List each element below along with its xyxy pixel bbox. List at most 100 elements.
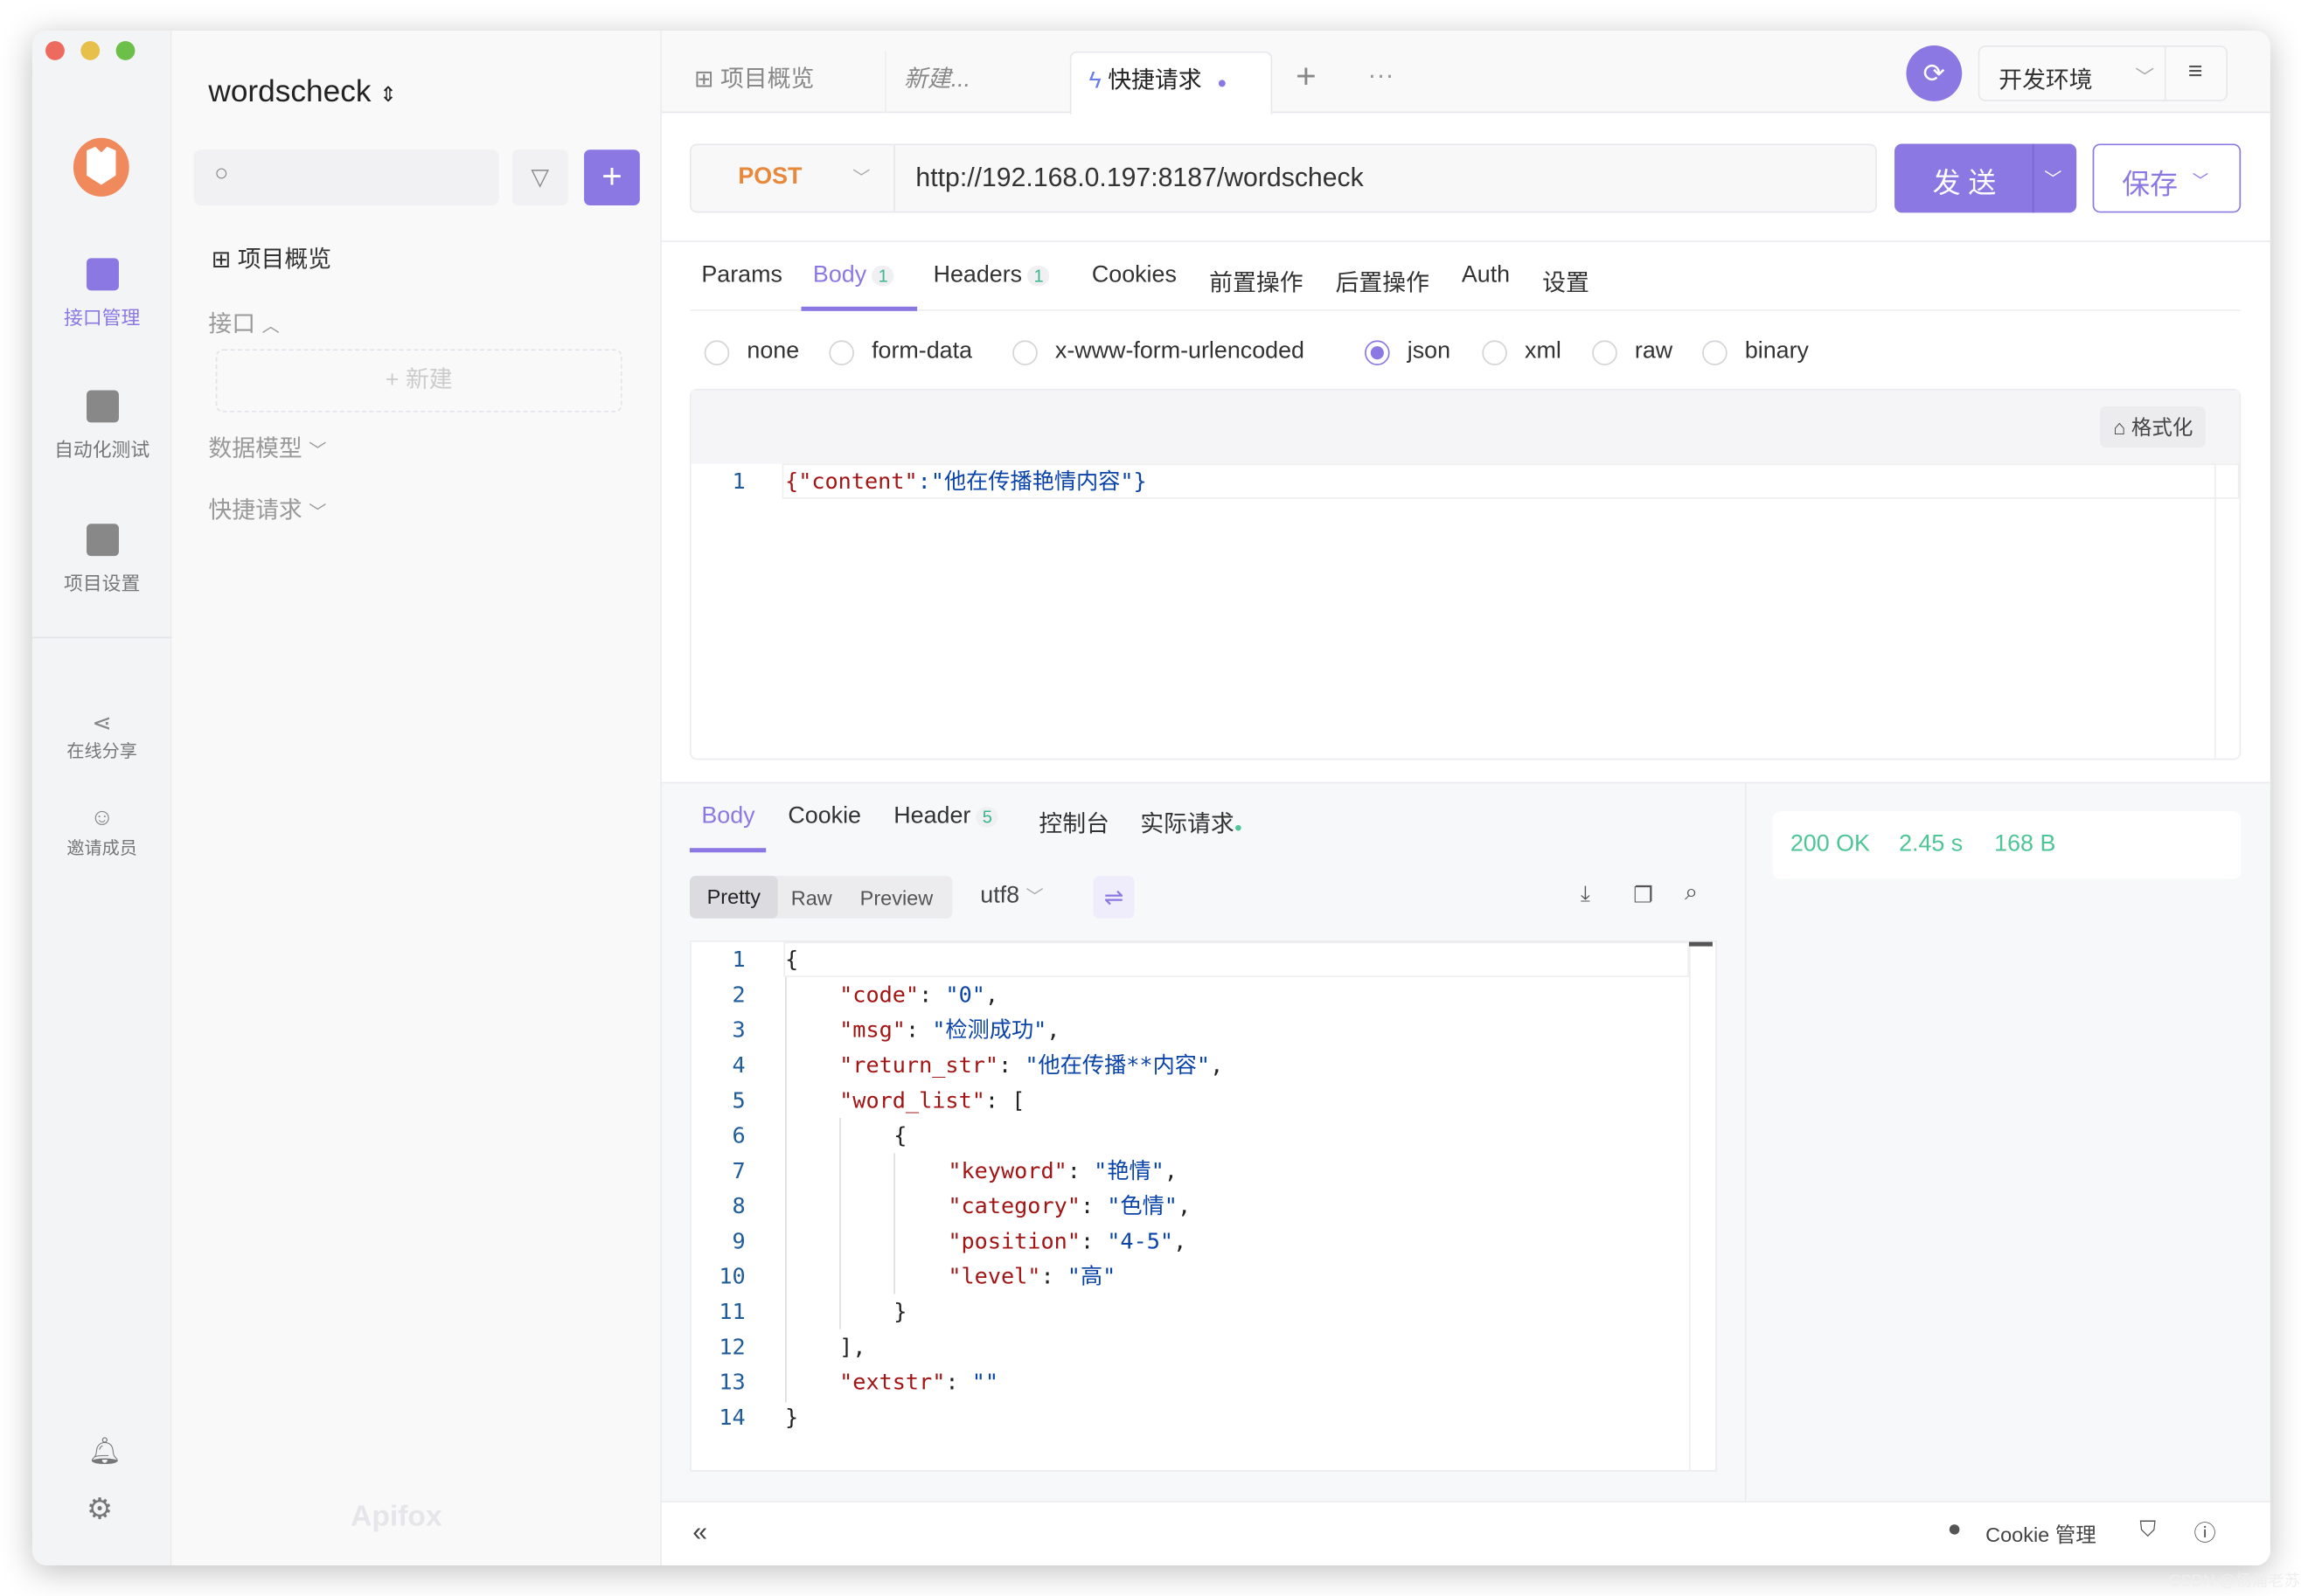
sync-button[interactable]: ⟳ <box>1906 45 1963 101</box>
rail-item-share[interactable]: ⋖ 在线分享 <box>32 709 171 763</box>
new-api-button[interactable]: + 新建 <box>215 349 622 413</box>
label: raw <box>1634 338 1673 364</box>
radio-xml[interactable]: xml <box>1482 339 1561 365</box>
json-key: "position" <box>948 1227 1081 1255</box>
method-label: POST <box>738 163 803 190</box>
count-badge: 1 <box>1027 265 1050 287</box>
req-tab-cookies[interactable]: Cookies <box>1092 262 1177 288</box>
watermark: CSDN @杨浦老苏 <box>2168 1572 2301 1591</box>
maximize-window-button[interactable] <box>115 40 136 60</box>
rail-item-invite[interactable]: ☺ 邀请成员 <box>32 806 171 860</box>
new-tab-button[interactable]: + <box>1296 57 1317 98</box>
response-status-card: 200 OK 2.45 s 168 B <box>1772 811 2242 879</box>
sidebar: wordscheck ⇕ ○ ▽ + ⊞ 项目概览 接口 ︿ + 新建 数据模型… <box>171 31 663 1566</box>
apifox-logo <box>73 137 129 197</box>
json-value: "" <box>971 1369 999 1396</box>
theme-shirt-icon[interactable]: ⛉ <box>2139 1517 2156 1543</box>
json-punct: : <box>1080 1227 1108 1255</box>
req-tab-params[interactable]: Params <box>701 262 782 288</box>
save-button[interactable]: 保存 ﹀ <box>2092 143 2242 213</box>
view-preview[interactable]: Preview <box>860 886 934 910</box>
copy-icon[interactable]: ❐ <box>1633 882 1653 908</box>
rail-label: 接口管理 <box>63 306 141 329</box>
send-button[interactable]: 发 送 ﹀ <box>1894 143 2077 213</box>
sidebar-section-api[interactable]: 接口 ︿ <box>208 303 279 338</box>
radio-urlencoded[interactable]: x-www-form-urlencoded <box>1012 339 1304 365</box>
res-tab-cookie[interactable]: Cookie <box>788 804 861 830</box>
tab-quick-request[interactable]: ϟ 快捷请求 ● <box>1069 51 1273 114</box>
json-key: "level" <box>948 1263 1041 1290</box>
line-number: 14 <box>719 1404 746 1431</box>
req-tab-settings[interactable]: 设置 <box>1542 262 1589 297</box>
code-line: 11} <box>692 1294 1716 1329</box>
app-window: 接口管理 自动化测试 项目设置 ⋖ 在线分享 ☺ 邀请成员 🔔︎ ⚙ words… <box>31 31 2270 1566</box>
chevron-down-icon[interactable]: ﹀ <box>2044 166 2061 191</box>
method-select[interactable]: POST ﹀ <box>692 145 895 212</box>
api-management-icon <box>86 258 119 291</box>
sidebar-section-data-model[interactable]: 数据模型 ﹀ <box>208 428 326 463</box>
req-tab-body[interactable]: Body 1 <box>813 262 894 288</box>
url-input[interactable]: http://192.168.0.197:8187/wordscheck <box>915 163 1363 193</box>
req-tab-auth[interactable]: Auth <box>1462 262 1510 288</box>
collapse-sidebar-button[interactable]: « <box>692 1517 707 1548</box>
minimize-window-button[interactable] <box>80 40 101 60</box>
res-tab-console[interactable]: 控制台 <box>1039 804 1109 839</box>
json-key: "extstr" <box>839 1369 946 1396</box>
line-number: 4 <box>732 1051 746 1079</box>
request-body-editor[interactable]: ⌂ 格式化 1 {"content":"他在传播艳情内容"} <box>689 388 2242 760</box>
help-icon[interactable]: ⓘ <box>2193 1517 2215 1548</box>
menu-icon[interactable]: ≡ <box>2188 57 2203 87</box>
code-text: "code": "0", <box>839 977 998 1012</box>
chevron-down-icon: ﹀ <box>2192 173 2209 191</box>
download-icon[interactable]: ⤓ <box>1581 882 1590 907</box>
rail-item-automation-test[interactable]: 自动化测试 <box>32 390 171 461</box>
res-tab-actual-request[interactable]: 实际请求● <box>1140 804 1242 839</box>
search-icon[interactable]: ⌕ <box>1685 880 1698 906</box>
json-punct: : <box>1040 1263 1067 1290</box>
view-raw[interactable]: Raw <box>791 886 832 910</box>
code-line: 8 "category": "色情", <box>692 1189 1716 1224</box>
req-tab-post-ops[interactable]: 后置操作 <box>1335 262 1429 297</box>
view-pretty[interactable]: Pretty <box>689 876 778 919</box>
code-text: } <box>893 1294 907 1329</box>
tab-overview[interactable]: ⊞ 项目概览 <box>677 52 832 113</box>
radio-binary[interactable]: binary <box>1702 339 1809 365</box>
label: utf8 <box>980 883 1020 909</box>
response-body-viewer[interactable]: 1{2 "code": "0", 3 "msg": "检测成功", 4 "return_s… <box>689 940 1717 1472</box>
sidebar-item-overview[interactable]: ⊞ 项目概览 <box>212 239 331 274</box>
res-tab-header[interactable]: Header 5 <box>893 804 998 830</box>
tab-new[interactable]: 新建... <box>885 51 988 114</box>
search-input[interactable]: ○ <box>193 149 499 205</box>
radio-form-data[interactable]: form-data <box>829 339 972 365</box>
add-button[interactable]: + <box>584 149 640 205</box>
sidebar-section-quick-request[interactable]: 快捷请求 ﹀ <box>208 490 326 525</box>
format-button[interactable]: ⌂ 格式化 <box>2100 406 2207 448</box>
filter-button[interactable]: ▽ <box>511 149 568 205</box>
wrap-toggle[interactable]: ⇌ <box>1093 876 1135 919</box>
rail-item-api-management[interactable]: 接口管理 <box>32 258 171 330</box>
tab-bar: ⊞ 项目概览 新建... ϟ 快捷请求 ● + ··· ⟳ 开发环境 ﹀ ≡ <box>662 31 2270 114</box>
unsaved-dot-icon: ● <box>1217 74 1227 93</box>
res-tab-body[interactable]: Body <box>701 804 754 830</box>
gear-icon[interactable]: ⚙ <box>87 1490 113 1527</box>
label: 接口 <box>208 312 256 338</box>
cookie-manager-button[interactable]: Cookie 管理 <box>1985 1520 2096 1550</box>
radio-json[interactable]: json <box>1365 339 1450 365</box>
environment-select[interactable]: 开发环境 ﹀ ≡ <box>1978 45 2228 101</box>
req-tab-headers[interactable]: Headers 1 <box>934 262 1050 288</box>
encoding-select[interactable]: utf8 ﹀ <box>980 883 1043 909</box>
radio-raw[interactable]: raw <box>1592 339 1672 365</box>
rail-item-project-settings[interactable]: 项目设置 <box>32 524 171 595</box>
chevron-up-icon: ︿ <box>261 315 280 337</box>
chevron-down-icon: ﹀ <box>852 167 871 188</box>
line-number: 7 <box>732 1157 746 1184</box>
req-tab-pre-ops[interactable]: 前置操作 <box>1209 262 1303 297</box>
bell-icon[interactable]: 🔔︎ <box>88 1436 122 1467</box>
json-key: "keyword" <box>948 1157 1067 1184</box>
radio-none[interactable]: none <box>704 339 799 365</box>
project-switcher[interactable]: wordscheck ⇕ <box>208 75 397 110</box>
code-line: 5 "word_list": [ <box>692 1083 1716 1118</box>
close-window-button[interactable] <box>45 40 65 60</box>
more-tabs-button[interactable]: ··· <box>1367 60 1394 91</box>
url-bar: POST ﹀ http://192.168.0.197:8187/wordsch… <box>689 143 1877 213</box>
